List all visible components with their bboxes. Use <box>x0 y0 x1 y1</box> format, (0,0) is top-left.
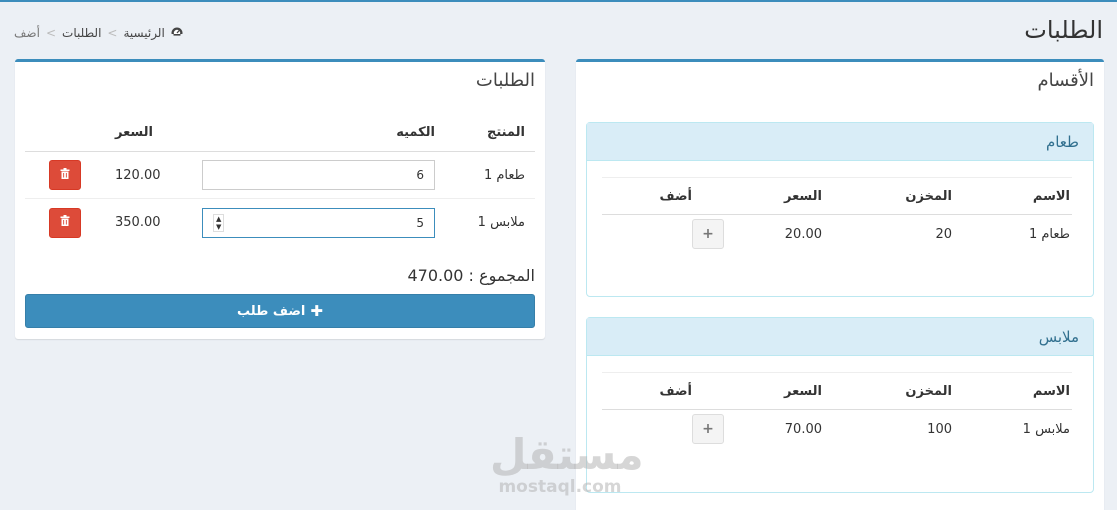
watermark-arabic: مستقل <box>490 430 644 479</box>
breadcrumb-separator: > <box>45 26 57 40</box>
column-product: المنتج <box>486 125 525 140</box>
delete-button[interactable] <box>49 160 81 190</box>
product-name: ملابس 1 <box>1022 421 1070 437</box>
breadcrumb-orders[interactable]: الطلبات <box>62 26 101 40</box>
order-total: المجموع : 470.00 <box>407 266 535 285</box>
breadcrumb: الرئيسية > الطلبات > أضف <box>14 26 183 40</box>
orders-box-title: الطلبات <box>475 70 535 91</box>
column-quantity: الكميه <box>396 125 435 140</box>
category-table: الاسم المخزن السعر أضف ملابس 1 100 70.00… <box>602 372 1072 448</box>
watermark: مستقل mostaql.com <box>490 430 644 497</box>
breadcrumb-home[interactable]: الرئيسية <box>123 26 164 40</box>
product-stock: 100 <box>927 421 952 437</box>
order-price: 120.00 <box>115 167 161 183</box>
page-title: الطلبات <box>1024 16 1103 44</box>
trash-icon <box>60 215 70 230</box>
orders-table: المنتج الكميه السعر طعام 1 6 120.00 ملاب… <box>25 114 535 246</box>
trash-icon <box>60 167 70 183</box>
plus-icon: + <box>702 421 714 437</box>
table-row: ملابس 1 5 ▲ ▼ 350.00 <box>25 199 535 246</box>
quantity-input[interactable]: 5 ▲ ▼ <box>202 207 435 238</box>
plus-icon: + <box>702 226 714 242</box>
table-row: ملابس 1 100 70.00 + <box>602 410 1072 448</box>
delete-button[interactable] <box>49 207 81 238</box>
categories-box: الأقسام طعام الاسم المخزن السعر أضف طعام… <box>576 59 1104 510</box>
add-product-button[interactable]: + <box>692 414 724 444</box>
category-panel-clothes: ملابس الاسم المخزن السعر أضف ملابس 1 100… <box>586 317 1094 493</box>
page-header: الطلبات الرئيسية > الطلبات > أضف <box>0 2 1117 60</box>
product-name: طعام 1 <box>1028 226 1070 242</box>
category-table: الاسم المخزن السعر أضف طعام 1 20 20.00 + <box>602 177 1072 253</box>
category-table-header: الاسم المخزن السعر أضف <box>602 372 1072 410</box>
order-product: ملابس 1 <box>477 215 525 230</box>
dashboard-icon <box>170 27 183 39</box>
order-product: طعام 1 <box>483 167 525 183</box>
quantity-stepper[interactable]: ▲ ▼ <box>213 213 225 232</box>
plus-icon: ✚ <box>310 302 323 320</box>
order-price: 350.00 <box>115 215 161 230</box>
orders-table-header: المنتج الكميه السعر <box>25 114 535 152</box>
category-panel-food: طعام الاسم المخزن السعر أضف طعام 1 20 20… <box>586 122 1094 297</box>
product-stock: 20 <box>935 226 952 242</box>
orders-box: الطلبات المنتج الكميه السعر طعام 1 6 120… <box>15 59 545 339</box>
breadcrumb-current: أضف <box>14 26 40 40</box>
quantity-input[interactable]: 6 <box>202 160 435 190</box>
category-panel-header[interactable]: ملابس <box>587 318 1093 356</box>
column-price: السعر <box>115 125 153 140</box>
category-panel-header[interactable]: طعام <box>587 123 1093 161</box>
watermark-latin: mostaql.com <box>498 477 622 497</box>
table-row: طعام 1 6 120.00 <box>25 152 535 199</box>
category-table-header: الاسم المخزن السعر أضف <box>602 177 1072 215</box>
categories-box-title: الأقسام <box>1037 70 1094 91</box>
breadcrumb-separator: > <box>107 26 118 40</box>
table-row: طعام 1 20 20.00 + <box>602 215 1072 253</box>
add-order-button[interactable]: ✚ اضف طلب <box>25 294 535 328</box>
add-product-button[interactable]: + <box>692 219 724 249</box>
